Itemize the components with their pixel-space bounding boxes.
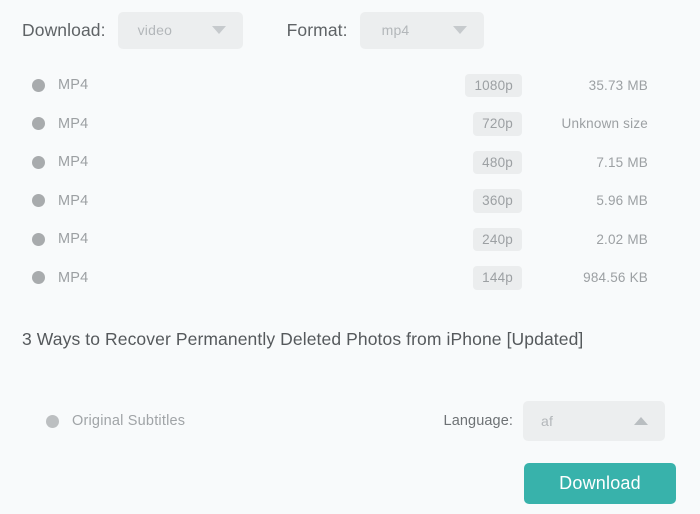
download-type-value: video — [137, 22, 173, 38]
language-label: Language: — [443, 413, 513, 429]
format-row-name: MP4 — [58, 77, 89, 94]
format-row-name: MP4 — [58, 269, 89, 286]
format-row-name: MP4 — [58, 115, 89, 132]
subtitles-option-label: Original Subtitles — [72, 413, 186, 429]
format-row[interactable]: MP4 720p Unknown size — [0, 105, 700, 144]
download-options-bar: Download: video Format: mp4 — [0, 0, 700, 60]
format-list: MP4 1080p 35.73 MB MP4 720p Unknown size MP4 48… — [0, 66, 700, 297]
format-radio[interactable] — [32, 78, 45, 92]
format-value: mp4 — [381, 22, 410, 38]
format-radio[interactable] — [32, 117, 45, 131]
format-row-size: 2.02 MB — [596, 231, 648, 247]
format-row-size: Unknown size — [561, 116, 648, 132]
format-row-name: MP4 — [58, 154, 89, 171]
format-row[interactable]: MP4 144p 984.56 KB — [0, 259, 700, 298]
format-radio[interactable] — [32, 271, 45, 285]
download-type-group: Download: video — [22, 11, 243, 49]
format-row-quality: 720p — [473, 112, 522, 136]
language-group: Language: af — [444, 401, 665, 441]
format-row-quality: 1080p — [465, 73, 522, 97]
chevron-up-icon — [634, 417, 648, 425]
chevron-down-icon — [452, 26, 467, 34]
video-title: 3 Ways to Recover Permanently Deleted Ph… — [22, 329, 584, 349]
format-group: Format: mp4 — [286, 11, 484, 49]
download-type-label: Download: — [22, 19, 106, 40]
format-row-quality: 480p — [473, 150, 522, 174]
format-row-size: 7.15 MB — [596, 154, 648, 170]
format-row-size: 984.56 KB — [583, 270, 648, 286]
subtitles-row: Original Subtitles Language: af — [0, 401, 700, 441]
chevron-down-icon — [211, 26, 226, 34]
format-row[interactable]: MP4 1080p 35.73 MB — [0, 66, 700, 105]
format-row-quality: 240p — [473, 227, 522, 251]
subtitles-radio[interactable] — [46, 414, 59, 428]
format-row[interactable]: MP4 240p 2.02 MB — [0, 220, 700, 259]
format-row-quality: 360p — [473, 189, 522, 213]
language-value: af — [541, 413, 554, 429]
format-label: Format: — [286, 19, 348, 40]
format-row-name: MP4 — [58, 231, 89, 248]
format-row-name: MP4 — [58, 192, 89, 209]
format-radio[interactable] — [32, 194, 45, 208]
download-button[interactable]: Download — [524, 463, 676, 504]
format-row-size: 5.96 MB — [596, 193, 648, 209]
format-row[interactable]: MP4 360p 5.96 MB — [0, 182, 700, 221]
format-select[interactable]: mp4 — [359, 11, 484, 49]
format-radio[interactable] — [32, 232, 45, 246]
format-row-quality: 144p — [473, 266, 522, 290]
format-row[interactable]: MP4 480p 7.15 MB — [0, 143, 700, 182]
format-row-size: 35.73 MB — [588, 77, 648, 93]
language-select[interactable]: af — [523, 401, 665, 441]
download-type-select[interactable]: video — [117, 11, 243, 49]
format-radio[interactable] — [32, 155, 45, 169]
